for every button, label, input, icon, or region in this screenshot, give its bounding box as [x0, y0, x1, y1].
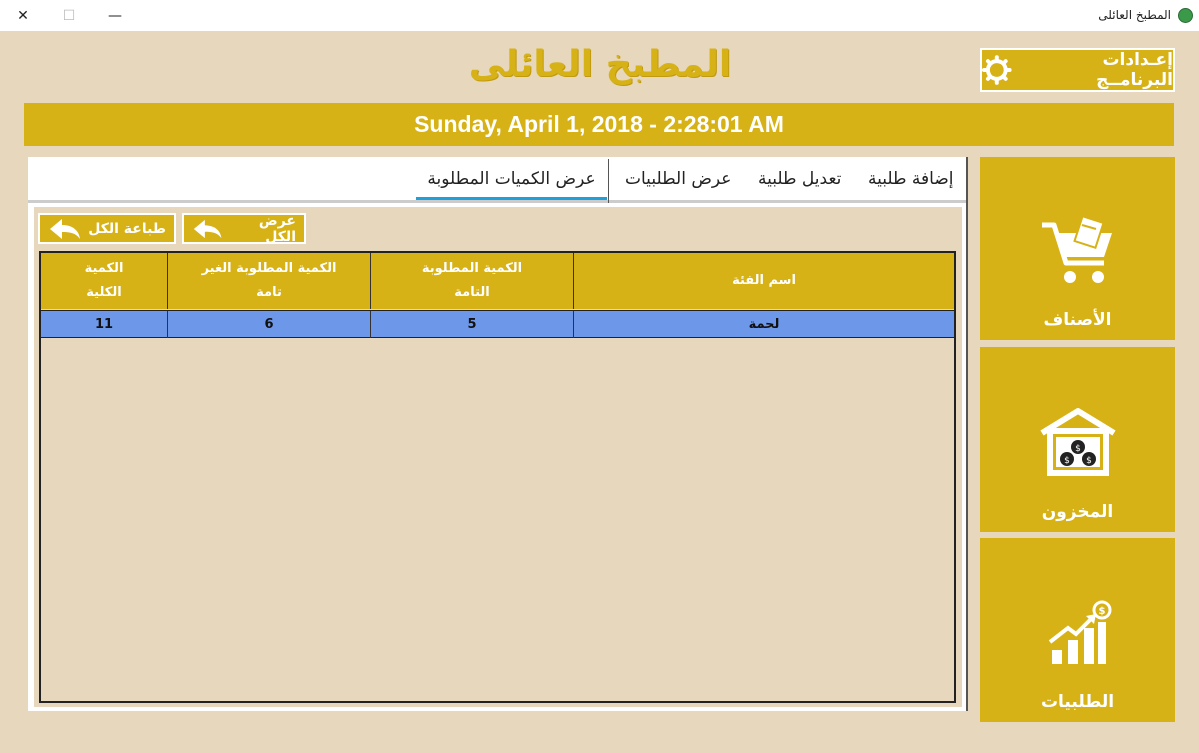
cell-complete-qty[interactable]: 5 [371, 311, 574, 338]
window-titlebar: ✕ ☐ — المطبخ العائلى [0, 0, 1199, 31]
gear-wrench-icon [982, 55, 1012, 85]
tab-edit-order[interactable]: تعديل طلبية [758, 169, 841, 189]
close-window-button[interactable]: ✕ [0, 0, 46, 31]
svg-text:$: $ [1086, 456, 1092, 466]
minimize-window-button[interactable]: — [92, 0, 138, 31]
tab-view-orders[interactable]: عرض الطلبيات [625, 169, 731, 189]
cell-category[interactable]: لحمة [574, 311, 954, 338]
svg-text:$: $ [1075, 444, 1081, 454]
cart-icon [1041, 217, 1112, 283]
tab-separator [608, 159, 609, 203]
cell-total-qty[interactable]: 11 [41, 311, 168, 338]
sidebar-label-inventory: المخزون [1041, 502, 1114, 522]
quantities-table[interactable]: اسم الفئة الكمية المطلوبة التامة الكمية … [39, 251, 956, 703]
content-panel: إضافة طلبية تعديل طلبية عرض الطلبيات عرض… [28, 157, 968, 711]
page-title: المطبخ العائلى [468, 44, 732, 85]
column-header-incomplete-qty[interactable]: الكمية المطلوبة الغير تامة [168, 253, 371, 309]
print-all-button[interactable]: طباعة الكل [38, 213, 176, 244]
sidebar-item-items[interactable]: الأصناف [980, 157, 1175, 340]
cell-incomplete-qty[interactable]: 6 [168, 311, 371, 338]
column-header-category[interactable]: اسم الفئة [574, 253, 954, 309]
back-arrow-icon [193, 219, 222, 238]
svg-text:$: $ [1098, 606, 1105, 617]
settings-label: إعـدادات البرنامــج [1096, 50, 1173, 90]
show-all-button[interactable]: عرض الكل [182, 212, 306, 245]
tab-view-required-quantities[interactable]: عرض الكميات المطلوبة [416, 169, 607, 200]
show-all-label: عرض الكل [258, 212, 296, 245]
table-header: اسم الفئة الكمية المطلوبة التامة الكمية … [41, 253, 954, 309]
window-title: المطبخ العائلى [1098, 8, 1171, 22]
datetime-bar: Sunday, April 1, 2018 - 2:28:01 AM [24, 103, 1174, 146]
sidebar-item-inventory[interactable]: $ $ $ المخزون [980, 347, 1175, 532]
app-icon [1178, 8, 1193, 23]
warehouse-icon: $ $ $ [1039, 408, 1116, 476]
tab-strip: إضافة طلبية تعديل طلبية عرض الطلبيات عرض… [28, 157, 966, 203]
back-arrow-icon [50, 218, 81, 239]
sales-chart-icon: $ [1048, 600, 1111, 664]
quantities-view: طباعة الكل عرض الكل اسم الفئة الكمية الم… [34, 207, 962, 707]
column-header-complete-qty[interactable]: الكمية المطلوبة التامة [371, 253, 574, 309]
maximize-window-button[interactable]: ☐ [46, 0, 92, 31]
svg-text:$: $ [1064, 456, 1070, 466]
settings-button[interactable]: إعـدادات البرنامــج [980, 48, 1175, 92]
table-row[interactable]: لحمة 5 6 11 [41, 310, 954, 338]
sidebar-label-orders: الطلبيات [1040, 692, 1115, 712]
sidebar-item-orders[interactable]: $ الطلبيات [980, 538, 1175, 722]
column-header-total-qty[interactable]: الكمية الكلية [41, 253, 168, 309]
print-all-label: طباعة الكل [88, 220, 166, 237]
sidebar-label-items: الأصناف [1043, 310, 1112, 330]
tab-add-order[interactable]: إضافة طلبية [868, 169, 954, 189]
